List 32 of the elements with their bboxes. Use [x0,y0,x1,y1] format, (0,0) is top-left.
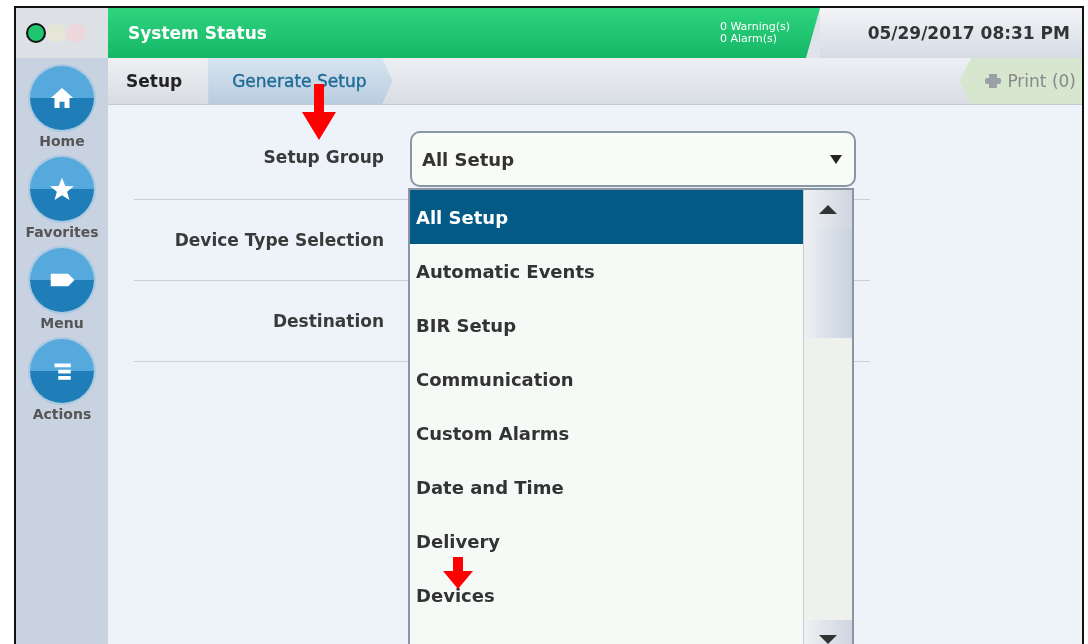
nav-button[interactable] [30,248,94,312]
nav-button[interactable] [30,66,94,130]
down-arrow-icon [819,634,837,644]
screen-title: System Status [128,23,267,43]
date-time: 05/29/2017 08:31 PM [867,23,1070,43]
up-arrow-icon [819,204,837,214]
dropdown-option[interactable]: BIR Setup [410,298,803,352]
nav-label[interactable]: Menu [40,315,84,331]
scroll-up-button[interactable] [804,190,852,228]
nav-label[interactable]: Actions [32,406,92,422]
warning-count: 0 Warning(s) [719,21,790,33]
field-label: Device Type Selection [173,230,384,250]
breadcrumb-tab[interactable]: Generate Setup [208,58,393,104]
dropdown-option[interactable]: Delivery [410,514,803,568]
dropdown-option[interactable]: Custom Alarms [410,406,803,460]
caret-icon [830,154,842,164]
nav-button[interactable] [30,339,94,403]
scroll-thumb[interactable] [804,228,852,338]
scrollbar[interactable] [803,190,852,644]
field-label: Destination [271,311,384,331]
annotation-arrow-icon [443,557,473,589]
setup-group-dropdown[interactable]: All Setup [410,131,856,187]
dropdown-option[interactable]: All Setup [410,190,803,244]
dropdown-option[interactable]: Communication [410,352,803,406]
nav-label[interactable]: Home [39,133,85,149]
field-label: Setup Group [262,147,384,167]
nav-button[interactable] [30,157,94,221]
alarm-count: 0 Alarm(s) [719,33,779,45]
dropdown-option[interactable]: Date and Time [410,460,803,514]
nav-label[interactable]: Favorites [25,224,99,240]
dropdown-option[interactable]: Devices [410,568,803,622]
dropdown-option[interactable]: Automatic Events [410,244,803,298]
